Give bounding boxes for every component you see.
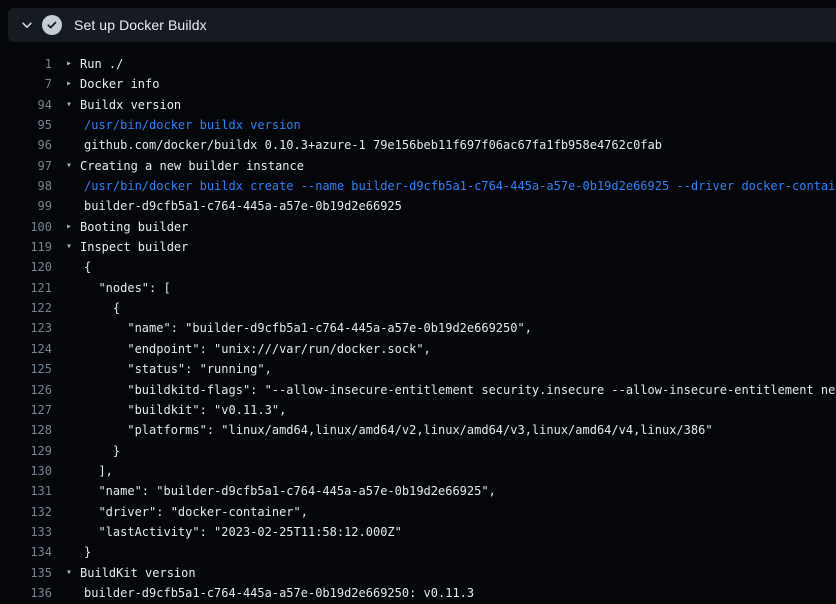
log-text: "driver": "docker-container", (84, 502, 308, 522)
log-text: /usr/bin/docker buildx create --name bui… (84, 176, 836, 196)
group-triangle-icon: ▾ (66, 95, 80, 115)
log-text: Buildx version (80, 95, 181, 115)
log-line: 130 ], (0, 461, 836, 481)
log-group-line[interactable]: 94 ▾ Buildx version (0, 95, 836, 115)
line-number[interactable]: 130 (0, 461, 52, 481)
log-group-line[interactable]: 1 ▸ Run ./ (0, 54, 836, 74)
log-line: 126 "buildkitd-flags": "--allow-insecure… (0, 380, 836, 400)
log-text: "lastActivity": "2023-02-25T11:58:12.000… (84, 522, 402, 542)
log-text: Run ./ (80, 54, 123, 74)
group-triangle-icon: ▾ (66, 156, 80, 176)
log-text: Docker info (80, 74, 159, 94)
step-header[interactable]: Set up Docker Buildx (8, 8, 836, 42)
log-line: 99 builder-d9cfb5a1-c764-445a-a57e-0b19d… (0, 196, 836, 216)
group-triangle-icon: ▸ (66, 217, 80, 237)
chevron-down-icon[interactable] (19, 17, 35, 33)
log-line: 125 "status": "running", (0, 359, 836, 379)
line-number[interactable]: 121 (0, 278, 52, 298)
log-group-line[interactable]: 100 ▸ Booting builder (0, 217, 836, 237)
log-text: Booting builder (80, 217, 188, 237)
line-number[interactable]: 96 (0, 135, 52, 155)
line-number[interactable]: 98 (0, 176, 52, 196)
step-title: Set up Docker Buildx (74, 17, 207, 33)
log-line: 133 "lastActivity": "2023-02-25T11:58:12… (0, 522, 836, 542)
log-text: "name": "builder-d9cfb5a1-c764-445a-a57e… (84, 318, 532, 338)
log-text: "nodes": [ (84, 278, 171, 298)
log-text: /usr/bin/docker buildx version (84, 115, 301, 135)
log-line: 96 github.com/docker/buildx 0.10.3+azure… (0, 135, 836, 155)
log-line: 129 } (0, 441, 836, 461)
log-text: } (84, 542, 91, 562)
line-number[interactable]: 120 (0, 257, 52, 277)
log-text: { (84, 257, 91, 277)
log-text: "buildkitd-flags": "--allow-insecure-ent… (84, 380, 836, 400)
log-line: 98 /usr/bin/docker buildx create --name … (0, 176, 836, 196)
group-triangle-icon: ▾ (66, 563, 80, 583)
log-line: 124 "endpoint": "unix:///var/run/docker.… (0, 339, 836, 359)
group-triangle-icon: ▸ (66, 54, 80, 74)
line-number[interactable]: 97 (0, 156, 52, 176)
log-text: "status": "running", (84, 359, 272, 379)
line-number[interactable]: 127 (0, 400, 52, 420)
log-text: Inspect builder (80, 237, 188, 257)
log-group-line[interactable]: 135 ▾ BuildKit version (0, 563, 836, 583)
log-line: 122 { (0, 298, 836, 318)
log-text: builder-d9cfb5a1-c764-445a-a57e-0b19d2e6… (84, 583, 474, 603)
group-triangle-icon: ▾ (66, 237, 80, 257)
line-number[interactable]: 128 (0, 420, 52, 440)
line-number[interactable]: 94 (0, 95, 52, 115)
actions-log-page: Set up Docker Buildx 1 ▸ Run ./ 7 ▸ Dock… (0, 0, 836, 604)
line-number[interactable]: 1 (0, 54, 52, 74)
log-text: } (84, 441, 120, 461)
log-line: 95 /usr/bin/docker buildx version (0, 115, 836, 135)
log-text: "platforms": "linux/amd64,linux/amd64/v2… (84, 420, 713, 440)
line-number[interactable]: 122 (0, 298, 52, 318)
log-line: 123 "name": "builder-d9cfb5a1-c764-445a-… (0, 318, 836, 338)
line-number[interactable]: 129 (0, 441, 52, 461)
line-number[interactable]: 100 (0, 217, 52, 237)
log-line: 132 "driver": "docker-container", (0, 502, 836, 522)
line-number[interactable]: 126 (0, 380, 52, 400)
log-text: github.com/docker/buildx 0.10.3+azure-1 … (84, 135, 662, 155)
log-text: ], (84, 461, 113, 481)
line-number[interactable]: 95 (0, 115, 52, 135)
line-number[interactable]: 99 (0, 196, 52, 216)
line-number[interactable]: 7 (0, 74, 52, 94)
log-text: Creating a new builder instance (80, 156, 304, 176)
line-number[interactable]: 134 (0, 542, 52, 562)
log-line: 134 } (0, 542, 836, 562)
line-number[interactable]: 131 (0, 481, 52, 501)
log-line: 127 "buildkit": "v0.11.3", (0, 400, 836, 420)
log-line: 121 "nodes": [ (0, 278, 836, 298)
line-number[interactable]: 124 (0, 339, 52, 359)
log-group-line[interactable]: 97 ▾ Creating a new builder instance (0, 156, 836, 176)
log-text: { (84, 298, 120, 318)
log-line: 120 { (0, 257, 836, 277)
log-line: 131 "name": "builder-d9cfb5a1-c764-445a-… (0, 481, 836, 501)
log-text: "buildkit": "v0.11.3", (84, 400, 286, 420)
line-number[interactable]: 123 (0, 318, 52, 338)
line-number[interactable]: 135 (0, 563, 52, 583)
line-number[interactable]: 132 (0, 502, 52, 522)
log-text: "endpoint": "unix:///var/run/docker.sock… (84, 339, 431, 359)
log-text: "name": "builder-d9cfb5a1-c764-445a-a57e… (84, 481, 496, 501)
log-line: 128 "platforms": "linux/amd64,linux/amd6… (0, 420, 836, 440)
log-text: builder-d9cfb5a1-c764-445a-a57e-0b19d2e6… (84, 196, 402, 216)
line-number[interactable]: 136 (0, 583, 52, 603)
line-number[interactable]: 133 (0, 522, 52, 542)
line-number[interactable]: 119 (0, 237, 52, 257)
check-circle-icon (42, 15, 62, 35)
log-viewer: 1 ▸ Run ./ 7 ▸ Docker info 94 ▾ Buildx v… (0, 42, 836, 604)
log-group-line[interactable]: 119 ▾ Inspect builder (0, 237, 836, 257)
log-group-line[interactable]: 7 ▸ Docker info (0, 74, 836, 94)
log-text: BuildKit version (80, 563, 196, 583)
line-number[interactable]: 125 (0, 359, 52, 379)
group-triangle-icon: ▸ (66, 74, 80, 94)
log-line: 136 builder-d9cfb5a1-c764-445a-a57e-0b19… (0, 583, 836, 603)
